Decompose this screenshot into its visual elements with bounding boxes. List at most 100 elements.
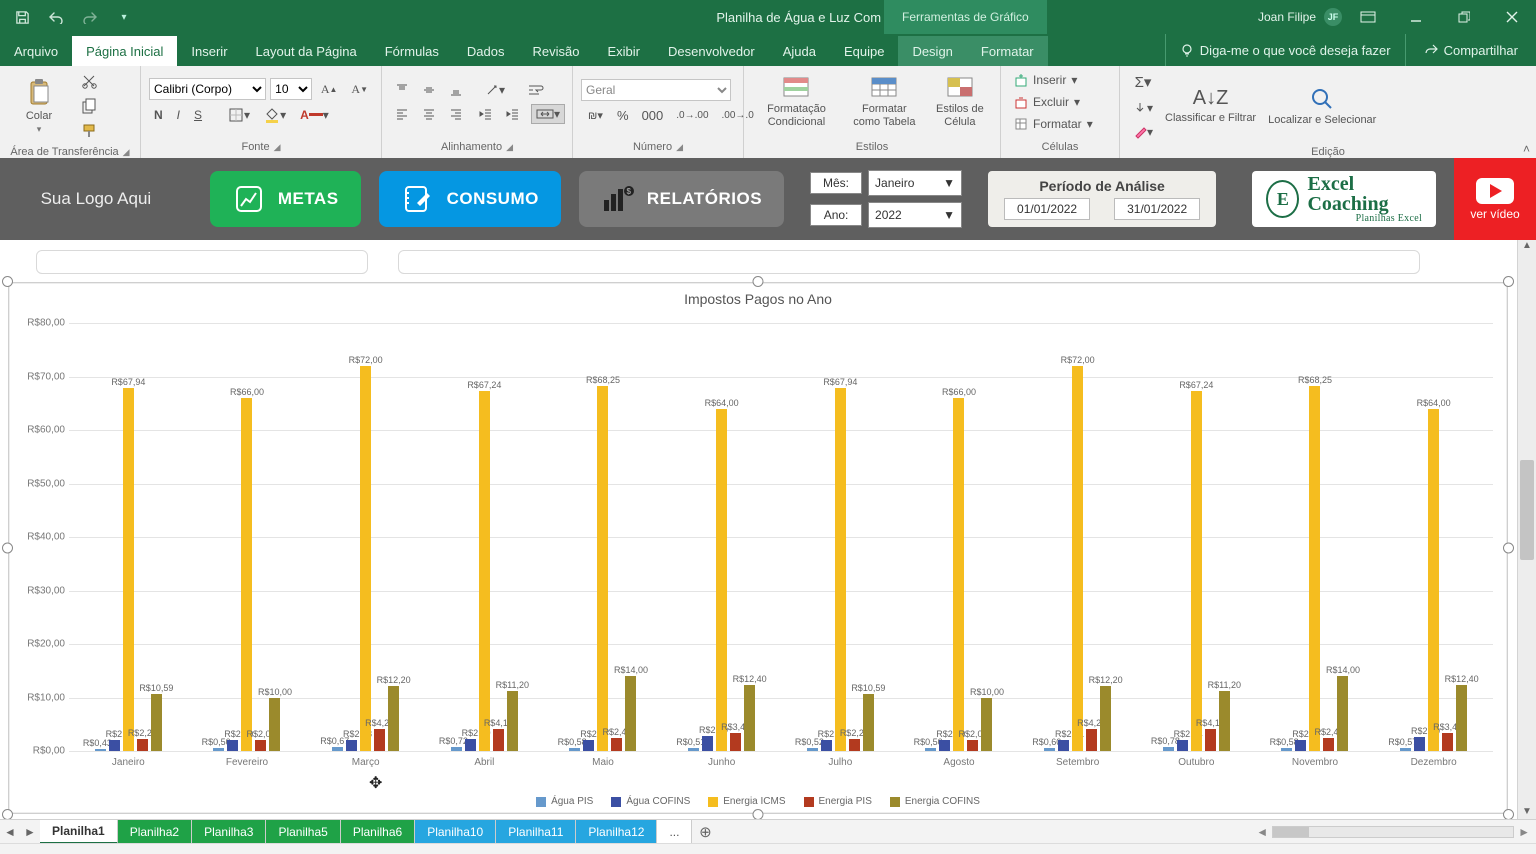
bar[interactable]: R$72,00	[360, 366, 371, 751]
bar[interactable]: R$10,00	[269, 698, 280, 752]
dialog-launcher-icon[interactable]: ◢	[506, 142, 513, 153]
font-color-icon[interactable]: A▾	[295, 105, 334, 125]
cell-styles-button[interactable]: Estilos de Célula	[928, 72, 992, 131]
metas-button[interactable]: METAS	[210, 171, 361, 227]
tab-help[interactable]: Ajuda	[769, 36, 830, 66]
plot-area[interactable]: R$0,00R$10,00R$20,00R$30,00R$40,00R$50,0…	[69, 323, 1493, 751]
tab-insert[interactable]: Inserir	[177, 36, 241, 66]
align-center-icon[interactable]	[417, 104, 441, 124]
comma-style-icon[interactable]: 000	[637, 105, 669, 126]
add-sheet-button[interactable]: ⊕	[692, 820, 718, 844]
sheet-nav-prev[interactable]: ◄	[0, 820, 20, 844]
align-bottom-icon[interactable]	[444, 80, 468, 100]
legend-item[interactable]: Energia ICMS	[708, 796, 785, 807]
user-name[interactable]: Joan Filipe	[1254, 10, 1320, 24]
vertical-scrollbar[interactable]: ▲ ▼	[1517, 240, 1536, 824]
format-painter-icon[interactable]	[76, 120, 102, 142]
conditional-formatting-button[interactable]: Formatação Condicional	[752, 72, 841, 131]
merge-center-icon[interactable]: ▾	[531, 104, 565, 124]
bar[interactable]: R$2,24	[849, 739, 860, 751]
relatorios-button[interactable]: $ RELATÓRIOS	[579, 171, 784, 227]
sheet-tab[interactable]: Planilha6	[341, 820, 415, 844]
legend-item[interactable]: Energia COFINS	[890, 796, 980, 807]
bar[interactable]: R$12,40	[1456, 685, 1467, 751]
resize-handle[interactable]	[2, 543, 13, 554]
legend-item[interactable]: Água PIS	[536, 796, 593, 807]
sheet-tab[interactable]: Planilha2	[118, 820, 192, 844]
bar[interactable]: R$4,20	[374, 729, 385, 751]
bar[interactable]: R$4,12	[1205, 729, 1216, 751]
horizontal-scrollbar[interactable]: ◄ ►	[718, 820, 1536, 844]
bar[interactable]: R$2,40	[611, 738, 622, 751]
consumo-button[interactable]: CONSUMO	[379, 171, 561, 227]
accounting-format-icon[interactable]: ₪▾	[581, 105, 609, 126]
bar[interactable]: R$2,40	[1323, 738, 1334, 751]
sheet-more[interactable]: ...	[657, 820, 692, 844]
bar[interactable]: R$12,20	[388, 686, 399, 751]
bar[interactable]: R$12,40	[744, 685, 755, 751]
bar[interactable]: R$10,59	[151, 694, 162, 751]
clear-icon[interactable]: ▾	[1128, 122, 1158, 142]
bar-cluster[interactable]: R$0,52R$2,04R$67,94R$2,24R$10,59Julho	[798, 388, 883, 751]
orientation-icon[interactable]: ▾	[480, 80, 510, 100]
bar[interactable]: R$67,94	[123, 388, 134, 751]
bar[interactable]: R$2,07	[1295, 740, 1306, 751]
scrollbar-thumb[interactable]	[1520, 460, 1534, 560]
bar[interactable]: R$67,24	[1191, 391, 1202, 751]
tab-developer[interactable]: Desenvolvedor	[654, 36, 769, 66]
bar[interactable]: R$10,00	[981, 698, 992, 752]
bar[interactable]: R$2,24	[137, 739, 148, 751]
user-avatar-icon[interactable]: JF	[1324, 8, 1342, 26]
sort-filter-button[interactable]: A↓ZClassificar e Filtrar	[1160, 84, 1261, 128]
window-restore-icon[interactable]	[1442, 0, 1486, 34]
legend-item[interactable]: Energia PIS	[804, 796, 872, 807]
fill-color-icon[interactable]: ▾	[259, 104, 291, 126]
scroll-right-icon[interactable]: ►	[1518, 825, 1530, 839]
window-minimize-icon[interactable]	[1394, 0, 1438, 34]
sheet-tab[interactable]: Planilha12	[576, 820, 657, 844]
tab-home[interactable]: Página Inicial	[72, 36, 177, 66]
bar[interactable]: R$12,20	[1100, 686, 1111, 751]
scrollbar-thumb[interactable]	[1273, 827, 1309, 837]
autosum-icon[interactable]: Σ▾	[1128, 70, 1158, 94]
bar[interactable]: R$4,20	[1086, 729, 1097, 751]
decrease-indent-icon[interactable]	[474, 104, 498, 124]
bar[interactable]: R$2,00	[255, 740, 266, 751]
bar-cluster[interactable]: R$0,51R$2,90R$64,00R$3,40R$12,40Junho	[679, 409, 764, 751]
increase-decimal-icon[interactable]: .0→.00	[671, 105, 713, 126]
bar-cluster[interactable]: R$0,58R$2,07R$68,25R$2,40R$14,00Maio	[560, 386, 645, 751]
bar[interactable]: R$2,60	[1414, 737, 1425, 751]
bar[interactable]: R$2,01	[1058, 740, 1069, 751]
dialog-launcher-icon[interactable]: ◢	[123, 147, 130, 158]
bar-cluster[interactable]: R$0,50R$2,00R$66,00R$2,00R$10,00Fevereir…	[204, 398, 289, 751]
bar-cluster[interactable]: R$0,72R$2,19R$67,24R$4,12R$11,20Abril	[442, 391, 527, 751]
increase-indent-icon[interactable]	[501, 104, 525, 124]
bar-cluster[interactable]: R$0,78R$2,04R$67,24R$4,12R$11,20Outubro	[1154, 391, 1239, 751]
bar[interactable]: R$14,00	[1337, 676, 1348, 751]
collapse-ribbon-icon[interactable]: ˄	[1523, 142, 1530, 156]
percent-icon[interactable]: %	[612, 105, 634, 126]
tell-me-search[interactable]: Diga-me o que você deseja fazer	[1165, 34, 1405, 66]
tab-file[interactable]: Arquivo	[0, 36, 72, 66]
chart-legend[interactable]: Água PISÁgua COFINSEnergia ICMSEnergia P…	[9, 796, 1507, 807]
bar[interactable]: R$72,00	[1072, 366, 1083, 751]
bar-cluster[interactable]: R$0,67R$2,08R$72,00R$4,20R$12,20Março	[323, 366, 408, 751]
bar-cluster[interactable]: R$0,50R$2,00R$66,00R$2,00R$10,00Agosto	[916, 398, 1001, 751]
tab-team[interactable]: Equipe	[830, 36, 898, 66]
chart-title[interactable]: Impostos Pagos no Ano	[9, 283, 1507, 311]
align-right-icon[interactable]	[444, 104, 468, 124]
chart-object[interactable]: Impostos Pagos no Ano R$0,00R$10,00R$20,…	[8, 282, 1508, 814]
tab-formulas[interactable]: Fórmulas	[371, 36, 453, 66]
bar[interactable]: R$2,08	[346, 740, 357, 751]
find-select-button[interactable]: Localizar e Selecionar	[1263, 83, 1381, 130]
font-size-select[interactable]: 10	[270, 78, 312, 100]
bar[interactable]: R$2,00	[967, 740, 978, 751]
bar[interactable]: R$64,00	[716, 409, 727, 751]
cells-insert-button[interactable]: Inserir▾	[1009, 70, 1082, 90]
cells-delete-button[interactable]: Excluir▾	[1009, 92, 1085, 112]
bar-cluster[interactable]: R$0,43R$2,01R$67,94R$2,24R$10,59Janeiro	[86, 388, 171, 751]
window-close-icon[interactable]	[1490, 0, 1534, 34]
bar[interactable]: R$4,12	[493, 729, 504, 751]
qat-more-icon[interactable]: ▾	[110, 3, 138, 31]
sheet-tab[interactable]: Planilha5	[266, 820, 340, 844]
